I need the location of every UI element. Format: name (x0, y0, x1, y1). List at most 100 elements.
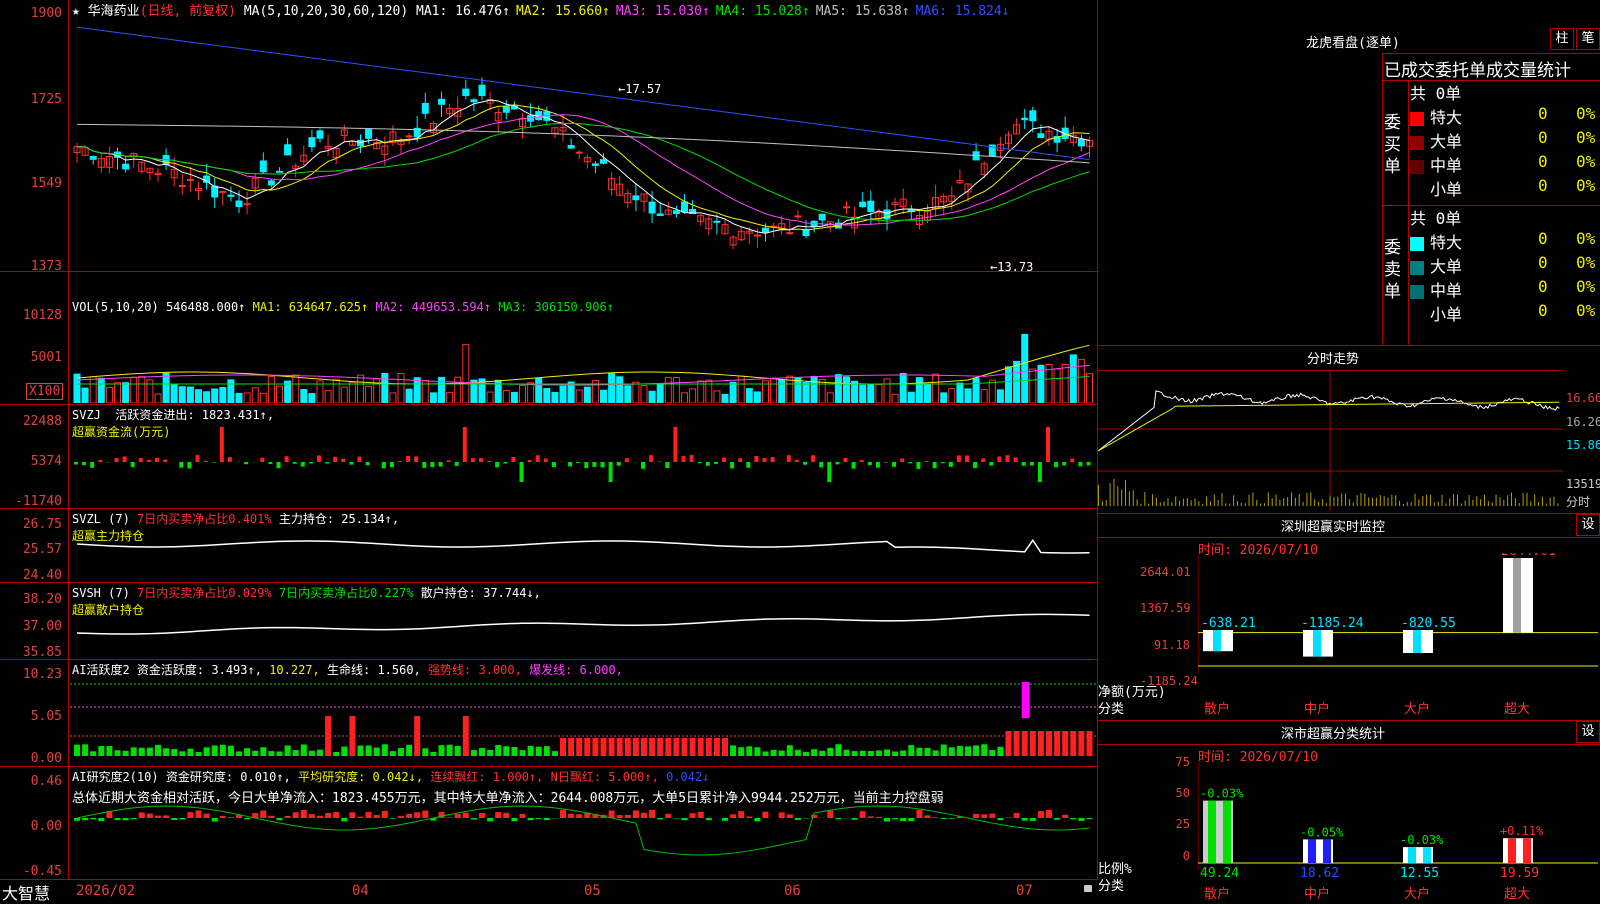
sz-class-chart[interactable]: -0.03%49.24-0.05%18.62-0.03%12.55+0.11%1… (1198, 760, 1598, 900)
volume-bar (212, 389, 218, 403)
fund-flow-bar (576, 462, 580, 463)
candle (212, 186, 218, 197)
fund-flow-bar (900, 459, 904, 462)
intraday-vol-bar (1364, 494, 1365, 506)
activity-bar (568, 738, 574, 756)
svsh-chart[interactable] (70, 598, 1096, 658)
fund-flow-bar (317, 455, 321, 462)
main-chart-area[interactable]: ★ 华海药业(日线, 前复权) MA(5,10,20,30,60,120) MA… (0, 0, 1098, 900)
fund-flow-bar (179, 462, 183, 468)
sz-ytick: 1367.59 (1140, 601, 1190, 615)
main-hold-line (77, 540, 1090, 553)
research-bar (884, 818, 890, 822)
fund-flow-bar (1087, 462, 1091, 465)
fund-flow-bar (771, 457, 775, 462)
research-bar (260, 810, 266, 818)
activity-bar (633, 738, 639, 756)
fund-flow-bar (115, 458, 119, 462)
intraday-vol-bar (1133, 490, 1134, 506)
sell-vertical-label: 委卖单 (1384, 237, 1406, 303)
activity-bar (179, 751, 185, 756)
candle (763, 228, 769, 232)
intraday-vol-bar (1542, 497, 1543, 506)
sz-monitor-chart[interactable]: -638.21-1185.24-820.552644.01 (1198, 553, 1598, 693)
research-bar (892, 818, 898, 819)
fund-flow-bar (511, 457, 515, 462)
sz-monitor-settings-button[interactable]: 设 (1576, 514, 1600, 536)
intraday-panel[interactable]: 分时走势 16.66 16.26 15.86 13519 分时 (1098, 345, 1600, 513)
tick-mode-button[interactable]: 笔 (1576, 28, 1600, 50)
intraday-vol-bar (1511, 492, 1512, 506)
research-bar (74, 818, 80, 821)
fund-flow-bar (333, 457, 337, 462)
ai1-ytick: 0.00 (2, 751, 62, 766)
research-bar (908, 818, 914, 821)
volume-bar (811, 377, 817, 403)
fund-flow-bar (698, 462, 702, 463)
sz-class-settings-button[interactable]: 设 (1576, 721, 1600, 743)
intraday-vol-bar (1422, 496, 1423, 506)
intraday-vol-bar (1380, 495, 1381, 506)
fund-flow-bar (884, 462, 888, 463)
xaxis-label: 05 (584, 883, 601, 899)
bar-mode-button[interactable]: 柱 (1550, 28, 1574, 50)
xaxis-label: 07 (1016, 883, 1033, 899)
volume-bar (665, 377, 671, 403)
lock-icon[interactable] (1084, 885, 1092, 892)
ai1-chart[interactable] (70, 672, 1096, 765)
ai2-chart[interactable] (70, 790, 1096, 878)
fund-flow-bar (617, 462, 621, 466)
volume-bar (1030, 369, 1036, 403)
svzl-chart[interactable] (70, 524, 1096, 581)
research-bar (811, 815, 817, 818)
candle (682, 202, 688, 212)
fund-flow-bar (293, 462, 297, 464)
sz-ytick: 91.18 (1140, 638, 1190, 652)
volume-bar (1062, 364, 1068, 403)
candle (90, 157, 96, 160)
sz-bar-rect (1213, 630, 1221, 651)
fund-flow-bar (722, 458, 726, 462)
research-bar (560, 810, 566, 818)
fund-flow-bar (1062, 462, 1066, 465)
volume-bar (406, 389, 412, 403)
volume-bar (536, 378, 542, 403)
activity-bar (860, 751, 866, 756)
activity-bar (1062, 731, 1068, 756)
szc-bar (1203, 801, 1233, 863)
svzj-chart[interactable] (70, 420, 1096, 505)
activity-bar (592, 738, 598, 756)
app-brand: 大智慧 (2, 880, 50, 904)
kline-chart[interactable] (70, 14, 1096, 270)
activity-bar (285, 745, 291, 756)
activity-bar (139, 748, 145, 756)
volume-bar (819, 380, 825, 403)
research-bar (941, 818, 947, 819)
activity-bar (892, 752, 898, 756)
vol-ytick: 5001 (2, 350, 62, 365)
research-bar (633, 810, 639, 818)
intraday-vol-bar (1515, 498, 1516, 506)
szc-change: -0.05% (1300, 825, 1344, 839)
vol-ytick: 10128 (2, 308, 62, 323)
volume-bar (528, 383, 534, 403)
candle (1022, 118, 1028, 119)
intraday-chart[interactable] (1098, 371, 1563, 511)
activity-bar (487, 750, 493, 756)
vol-chart[interactable] (70, 318, 1096, 403)
research-bar (1078, 818, 1084, 821)
research-bar (398, 816, 404, 818)
fund-flow-bar (487, 461, 491, 462)
intraday-vol-bar (1249, 495, 1250, 506)
research-bar (738, 811, 744, 818)
fund-flow-bar (382, 462, 386, 468)
fund-flow-bar (268, 462, 272, 464)
volume-bar (447, 392, 453, 403)
intraday-vol-bar (1222, 493, 1223, 506)
volume-bar (673, 377, 679, 403)
intraday-vol-bar (1333, 497, 1334, 506)
activity-bar (811, 749, 817, 756)
intraday-vol-bar (1550, 498, 1551, 506)
ma-line (77, 105, 1090, 230)
activity-bar (722, 738, 728, 756)
